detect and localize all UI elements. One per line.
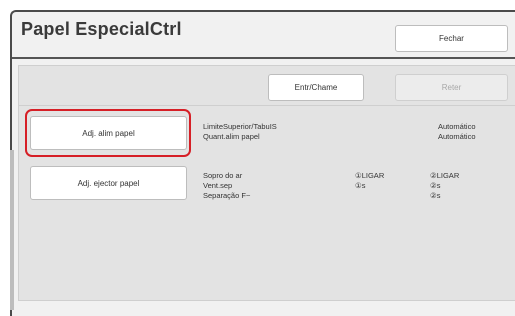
page-title: Papel EspecialCtrl — [21, 19, 182, 39]
left-edge — [10, 150, 14, 310]
entry-button[interactable]: Entr/Chame — [268, 74, 364, 101]
row2-col2-value-1: ②LIGAR — [430, 171, 460, 180]
divider — [12, 57, 515, 59]
row2-line2: Vent.sep — [203, 181, 233, 190]
row2-col1-value-1: ①LIGAR — [355, 171, 385, 180]
close-button[interactable]: Fechar — [395, 25, 508, 52]
row1-value-1: Automático — [438, 122, 476, 131]
row1-value-2: Automático — [438, 132, 476, 141]
highlight-frame — [25, 109, 191, 157]
save-button[interactable]: Reter — [395, 74, 508, 101]
row1-line1: LimiteSuperior/TabuIS — [203, 122, 277, 131]
adj-eject-paper-button[interactable]: Adj. ejector papel — [30, 166, 187, 200]
row2-line3: Separação F~ — [203, 191, 251, 200]
toolbar-separator — [18, 105, 515, 106]
row2-col2-value-2: ②s — [430, 181, 441, 190]
row1-line2: Quant.alim papel — [203, 132, 260, 141]
row2-col2-value-3: ②s — [430, 191, 441, 200]
row2-line1: Sopro do ar — [203, 171, 243, 180]
row2-col1-value-2: ①s — [355, 181, 366, 190]
